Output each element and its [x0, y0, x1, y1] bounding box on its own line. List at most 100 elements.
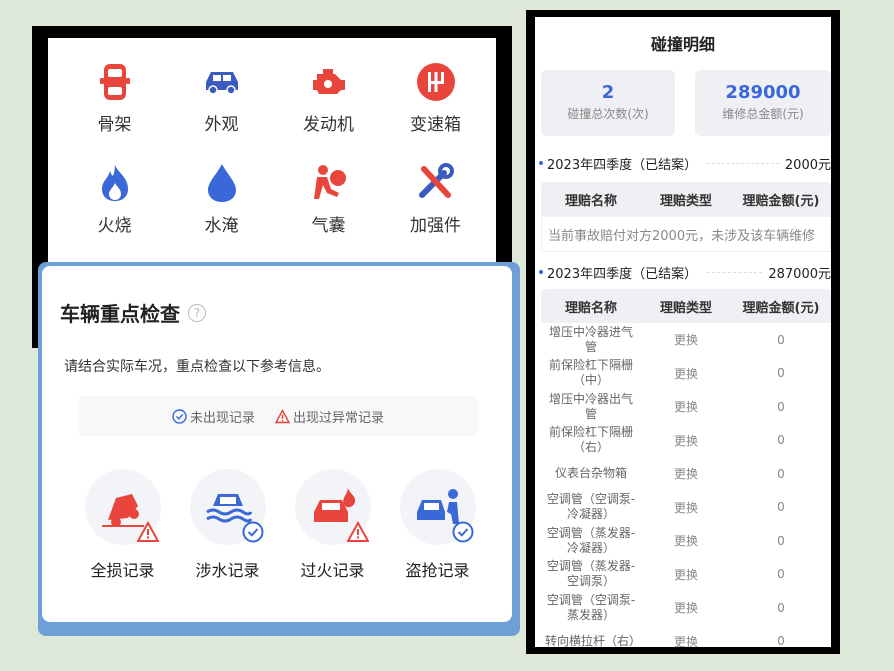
quarter-amount: 2000元: [784, 157, 831, 173]
legend-warn-text: 出现过异常记录: [293, 410, 385, 426]
fire-icon: [93, 161, 137, 205]
status-legend: 未出现记录 出现过异常记录: [78, 396, 478, 436]
claim-name: 空调管（蒸发器-冷凝器）: [546, 525, 636, 555]
claim-type: 更换: [673, 400, 698, 415]
claim-amount: 0: [777, 500, 785, 515]
check-circle-icon: [172, 408, 187, 424]
claim-type: 更换: [673, 500, 698, 515]
claim-amount: 0: [777, 567, 785, 582]
claim-amount: 0: [777, 466, 785, 481]
category-label: 外观: [204, 115, 239, 135]
record-theft[interactable]: 盗抢记录: [385, 469, 490, 581]
check-badge-icon: [452, 521, 473, 543]
category-fire[interactable]: 火烧: [61, 161, 168, 236]
legend-ok-text: 未出现记录: [189, 410, 255, 426]
claim-amount: 0: [777, 533, 785, 548]
claim-amount: 0: [777, 399, 785, 414]
col-amount: 理赔金额(元): [742, 300, 820, 316]
warning-icon: [275, 408, 290, 423]
legend-ok: 未出现记录: [172, 407, 255, 426]
table-row: 空调管（蒸发器-冷凝器） 更换 0: [541, 524, 831, 558]
category-frame[interactable]: 骨架: [61, 60, 168, 135]
claim-table-header-1: 理赔名称 理赔类型 理赔金额(元): [541, 182, 831, 216]
warning-badge-icon: [136, 521, 159, 542]
table-row: 空调管（蒸发器-空调泵） 更换 0: [541, 558, 831, 592]
claim-type: 更换: [673, 366, 698, 381]
repair-amount-stat: 289000 维修总金额(元): [695, 70, 831, 136]
record-label: 过火记录: [300, 561, 365, 580]
claim-name: 空调管（空调泵-蒸发器）: [546, 592, 636, 622]
claim-type: 更换: [673, 634, 698, 647]
category-flood[interactable]: 水淹: [168, 161, 275, 236]
category-label: 变速箱: [410, 115, 461, 135]
col-type: 理赔类型: [659, 193, 712, 209]
help-icon[interactable]: ?: [188, 303, 206, 322]
record-row: 全损记录 涉水记录 过火记录 盗抢记录: [70, 469, 490, 581]
key-check-title: 车辆重点检查 ?: [60, 298, 206, 327]
quarter-label: 2023年四季度（已结案）: [547, 266, 698, 282]
record-flood[interactable]: 涉水记录: [175, 469, 280, 581]
category-gearbox[interactable]: 变速箱: [382, 60, 489, 135]
dashed-divider: [707, 162, 779, 164]
burn-icon: [294, 469, 371, 545]
table-row: 增压中冷器进气管 更换 0: [541, 323, 831, 357]
category-label: 发动机: [303, 115, 354, 135]
quarter-header-2: 2023年四季度（已结案） 287000元: [539, 263, 831, 282]
total-loss-icon: [84, 469, 161, 545]
collision-count-label: 碰撞总次数(次): [567, 107, 649, 121]
record-total-loss[interactable]: 全损记录: [70, 469, 175, 581]
claim-type: 更换: [673, 567, 698, 582]
tools-icon: [414, 161, 458, 205]
col-name: 理赔名称: [564, 193, 617, 209]
collision-count-stat: 2 碰撞总次数(次): [541, 70, 675, 136]
table-row: 空调管（空调泵-冷凝器） 更换 0: [541, 491, 831, 525]
table-row: 前保险杠下隔栅（右） 更换 0: [541, 424, 831, 458]
table-row: 仪表台杂物箱 更换 0: [541, 457, 831, 491]
collision-count: 2: [601, 82, 615, 103]
category-label: 加强件: [410, 216, 461, 236]
key-check-subtitle: 请结合实际车况，重点检查以下参考信息。: [64, 359, 330, 375]
water-drop-icon: [200, 161, 244, 205]
quarter-header-1: 2023年四季度（已结案） 2000元: [539, 154, 831, 173]
category-reinforcement[interactable]: 加强件: [382, 161, 489, 236]
repair-amount: 289000: [725, 82, 801, 103]
claim-amount: 0: [777, 634, 785, 647]
claim-note: 当前事故赔付对方2000元，未涉及该车辆维修: [541, 216, 831, 252]
key-check-card: 车辆重点检查 ? 请结合实际车况，重点检查以下参考信息。 未出现记录 出现过异常…: [42, 266, 512, 622]
quarter-amount: 287000元: [768, 266, 831, 282]
category-grid: 骨架 外观 发动机 变速箱 火烧 水淹 气囊 加强件: [48, 60, 496, 236]
col-name: 理赔名称: [564, 300, 617, 316]
claim-type: 更换: [673, 333, 698, 348]
category-exterior[interactable]: 外观: [168, 60, 275, 135]
collision-detail-card[interactable]: 碰撞明细 2 碰撞总次数(次) 289000 维修总金额(元) 2023年四季度…: [535, 17, 831, 647]
col-type: 理赔类型: [659, 300, 712, 316]
category-airbag[interactable]: 气囊: [275, 161, 382, 236]
col-amount: 理赔金额(元): [742, 193, 820, 209]
dashed-divider: [707, 271, 763, 273]
table-row: 转向横拉杆（右） 更换 0: [541, 625, 831, 647]
legend-warn: 出现过异常记录: [275, 407, 384, 426]
airbag-icon: [307, 161, 351, 205]
claim-amount: 0: [777, 433, 785, 448]
claim-name: 转向横拉杆（右）: [545, 633, 642, 647]
bullet-dot: [539, 270, 543, 274]
claim-type: 更换: [673, 601, 698, 616]
claim-type: 更换: [673, 534, 698, 549]
car-exterior-icon: [200, 60, 244, 104]
collision-detail-panel: 碰撞明细 2 碰撞总次数(次) 289000 维修总金额(元) 2023年四季度…: [526, 10, 840, 654]
claim-name: 增压中冷器进气管: [548, 324, 633, 354]
warning-badge-icon: [346, 521, 369, 542]
claim-type: 更换: [673, 467, 698, 482]
claim-type: 更换: [673, 433, 698, 448]
category-label: 水淹: [204, 216, 239, 236]
car-frame-icon: [93, 60, 137, 104]
claim-amount: 0: [777, 332, 785, 347]
record-burn[interactable]: 过火记录: [280, 469, 385, 581]
check-badge-icon: [242, 521, 263, 543]
claim-list: 增压中冷器进气管 更换 0 前保险杠下隔栅（中） 更换 0 增压中冷器出气管 更换 0 前保…: [541, 323, 831, 647]
key-check-title-text: 车辆重点检查: [60, 302, 180, 326]
engine-icon: [307, 60, 351, 104]
category-engine[interactable]: 发动机: [275, 60, 382, 135]
claim-amount: 0: [777, 600, 785, 615]
claim-table-header-2: 理赔名称 理赔类型 理赔金额(元): [541, 289, 831, 323]
